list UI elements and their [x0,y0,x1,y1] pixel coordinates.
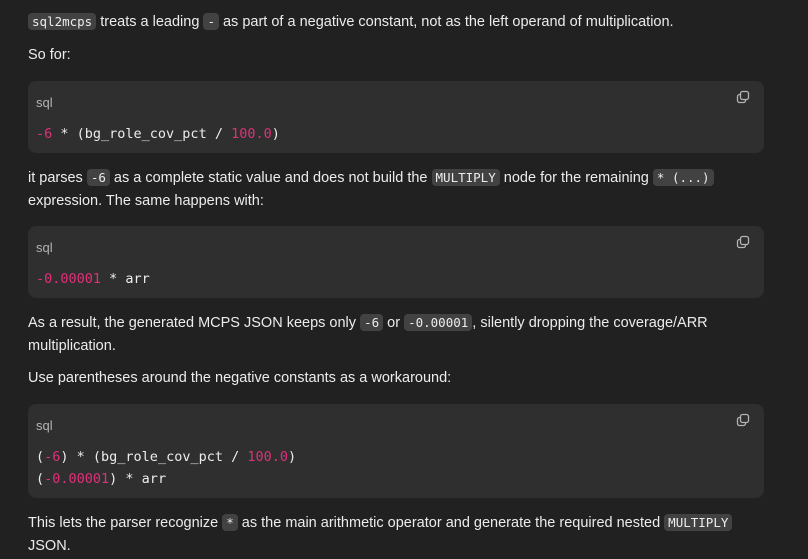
text: node for the remaining [499,170,653,186]
text: This lets the parser recognize [28,515,223,531]
code-text: -0.00001 * arr [36,268,150,290]
text: or [383,315,405,331]
text: treats a leading [96,14,204,30]
number-token: -0.00001 [36,271,102,287]
code-block: sql -0.00001 * arr [28,226,764,298]
code-language-label: sql [36,95,53,110]
inline-code: * (...) [652,169,714,186]
code-language-label: sql [36,240,53,255]
paragraph-conclusion: This lets the parser recognize * as the … [28,511,768,558]
code-token: ) [271,126,280,142]
text: it parses [28,170,87,186]
code-token: ( [36,449,45,465]
code-token: ) * arr [109,471,167,487]
number-token: -0.00001 [44,471,110,487]
inline-code: * [222,514,238,531]
inline-code: -0.00001 [404,314,473,331]
inline-code: -6 [360,314,384,331]
code-token: ) * (bg_role_cov_pct / [60,449,248,465]
code-token: * (bg_role_cov_pct / [52,126,232,142]
copy-icon[interactable] [736,90,750,104]
code-language-label: sql [36,418,53,433]
text: As a result, the generated MCPS JSON kee… [28,315,361,331]
inline-code: MULTIPLY [664,514,733,531]
code-token: ) [287,449,297,465]
code-token: * arr [101,271,150,287]
number-token: 100.0 [247,449,288,465]
code-text: (-6) * (bg_role_cov_pct / 100.0) (-0.000… [36,446,296,490]
text: as a complete static value and does not … [109,170,432,186]
inline-code: - [203,13,219,30]
code-token: ( [36,471,45,487]
paragraph-parses: it parses -6 as a complete static value … [28,166,758,213]
inline-code: sql2mcps [28,13,97,30]
code-block: sql (-6) * (bg_role_cov_pct / 100.0) (-0… [28,404,764,498]
paragraph-so-for: So for: [28,47,71,63]
code-text: -6 * (bg_role_cov_pct / 100.0) [36,123,280,145]
copy-icon[interactable] [736,235,750,249]
paragraph-intro: sql2mcps treats a leading - as part of a… [28,10,674,34]
number-token: 100.0 [231,126,272,142]
number-token: -6 [44,449,61,465]
paragraph-result: As a result, the generated MCPS JSON kee… [28,311,758,358]
text: expression. The same happens with: [28,193,264,209]
paragraph-workaround: Use parentheses around the negative cons… [28,370,452,386]
text: as part of a negative constant, not as t… [218,14,674,30]
copy-icon[interactable] [736,413,750,427]
number-token: -6 [36,126,53,142]
text: JSON. [28,538,71,554]
code-block: sql -6 * (bg_role_cov_pct / 100.0) [28,81,764,153]
text: as the main arithmetic operator and gene… [237,515,665,531]
inline-code: MULTIPLY [431,169,500,186]
inline-code: -6 [86,169,110,186]
